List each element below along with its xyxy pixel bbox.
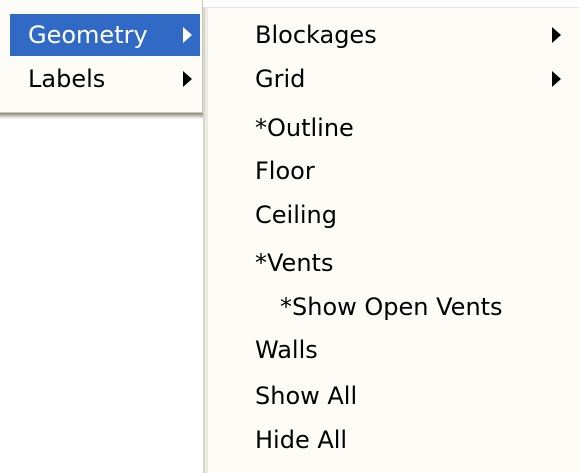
submenu-item-label: Walls [255, 336, 318, 364]
chevron-right-icon [183, 27, 192, 43]
submenu-item-label: Floor [255, 157, 315, 185]
submenu-item-outline[interactable]: *Outline [205, 106, 577, 150]
menu-item-labels[interactable]: Labels [10, 58, 200, 100]
submenu-item-ceiling[interactable]: Ceiling [205, 193, 577, 237]
menu-screen: Geometry Labels Blockages Grid *Outline … [0, 0, 579, 473]
submenu-item-hide-all[interactable]: Hide All [205, 418, 577, 462]
menu-item-label: Labels [28, 65, 106, 93]
submenu-item-floor[interactable]: Floor [205, 149, 577, 193]
geometry-submenu: Blockages Grid *Outline Floor Ceiling *V… [203, 7, 579, 473]
submenu-item-vents[interactable]: *Vents [205, 241, 577, 285]
menu-item-label: Geometry [28, 21, 148, 49]
submenu-item-show-all[interactable]: Show All [205, 374, 577, 418]
submenu-item-label: *Show Open Vents [280, 293, 503, 321]
menu-shadow [0, 113, 205, 119]
parent-menu: Geometry Labels [0, 0, 203, 113]
chevron-right-icon [552, 27, 561, 43]
submenu-item-label: Blockages [255, 21, 377, 49]
chevron-right-icon [552, 71, 561, 87]
submenu-item-label: Show All [255, 382, 358, 410]
submenu-item-label: *Vents [255, 249, 334, 277]
submenu-item-label: *Outline [255, 114, 354, 142]
submenu-item-blockages[interactable]: Blockages [205, 13, 577, 57]
submenu-item-show-open-vents[interactable]: *Show Open Vents [205, 285, 577, 329]
submenu-item-label: Grid [255, 65, 306, 93]
menu-item-geometry[interactable]: Geometry [10, 14, 200, 56]
submenu-item-label: Ceiling [255, 201, 337, 229]
submenu-item-grid[interactable]: Grid [205, 57, 577, 101]
submenu-item-walls[interactable]: Walls [205, 328, 577, 372]
chevron-right-icon [183, 71, 192, 87]
submenu-item-label: Hide All [255, 426, 348, 454]
